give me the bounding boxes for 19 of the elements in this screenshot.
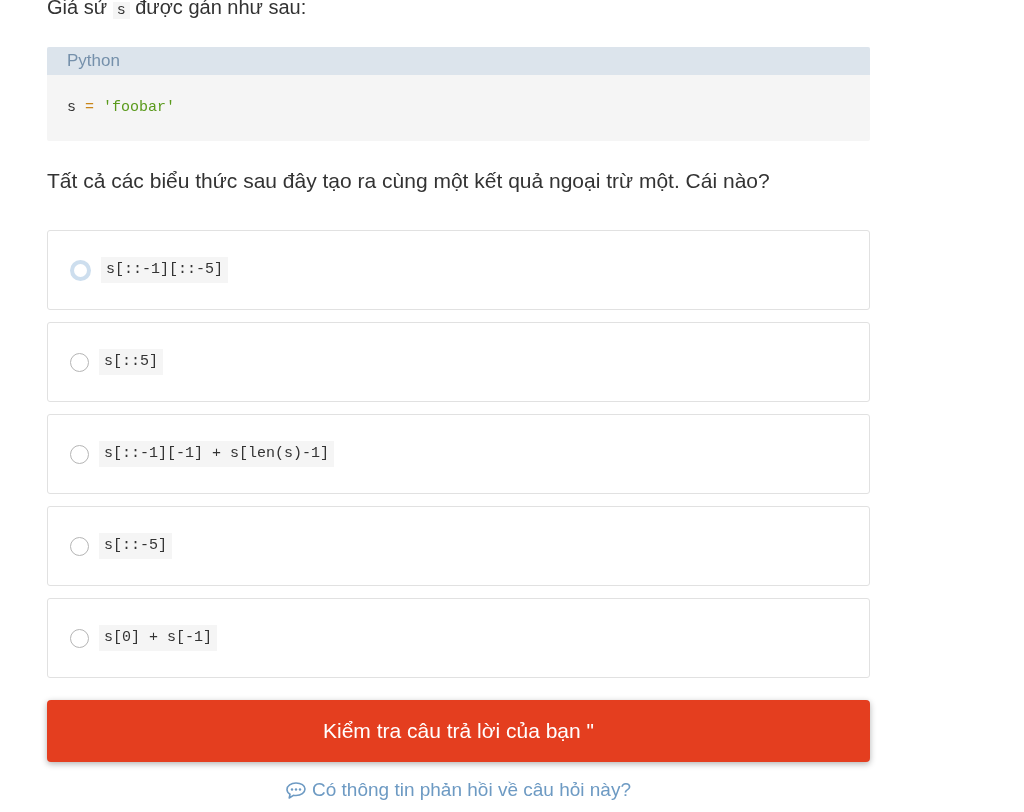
code-answer: s[::-1][::-5] <box>101 257 229 283</box>
code-answer: s[::-1][-1] + s[len(s)-1] <box>99 441 335 467</box>
code-language-label: Python <box>47 47 870 75</box>
code-answer: s[::-5] <box>99 533 172 559</box>
answer-option[interactable]: s[::-5] <box>47 506 870 586</box>
radio-button[interactable] <box>70 444 89 464</box>
check-answer-button[interactable]: Kiểm tra câu trả lời của bạn " <box>47 700 870 762</box>
answer-option[interactable]: s[::5] <box>47 322 870 402</box>
question-text: Tất cả các biểu thức sau đây tạo ra cùng một kết quả ngoại trừ một. Cái nào? <box>47 168 770 194</box>
code-line: s = 'foobar' <box>66 98 177 118</box>
code-answer: s[::5] <box>99 349 163 375</box>
code-answer: s[0] + s[-1] <box>99 625 218 651</box>
answer-option[interactable]: s[0] + s[-1] <box>47 598 870 678</box>
radio-button[interactable] <box>70 628 89 648</box>
radio-button[interactable] <box>70 352 89 372</box>
answer-option[interactable]: s[::-1][::-5] <box>47 230 870 310</box>
speech-bubble-icon <box>286 781 306 799</box>
answer-option[interactable]: s[::-1][-1] + s[len(s)-1] <box>47 414 870 494</box>
radio-button[interactable] <box>70 536 89 556</box>
